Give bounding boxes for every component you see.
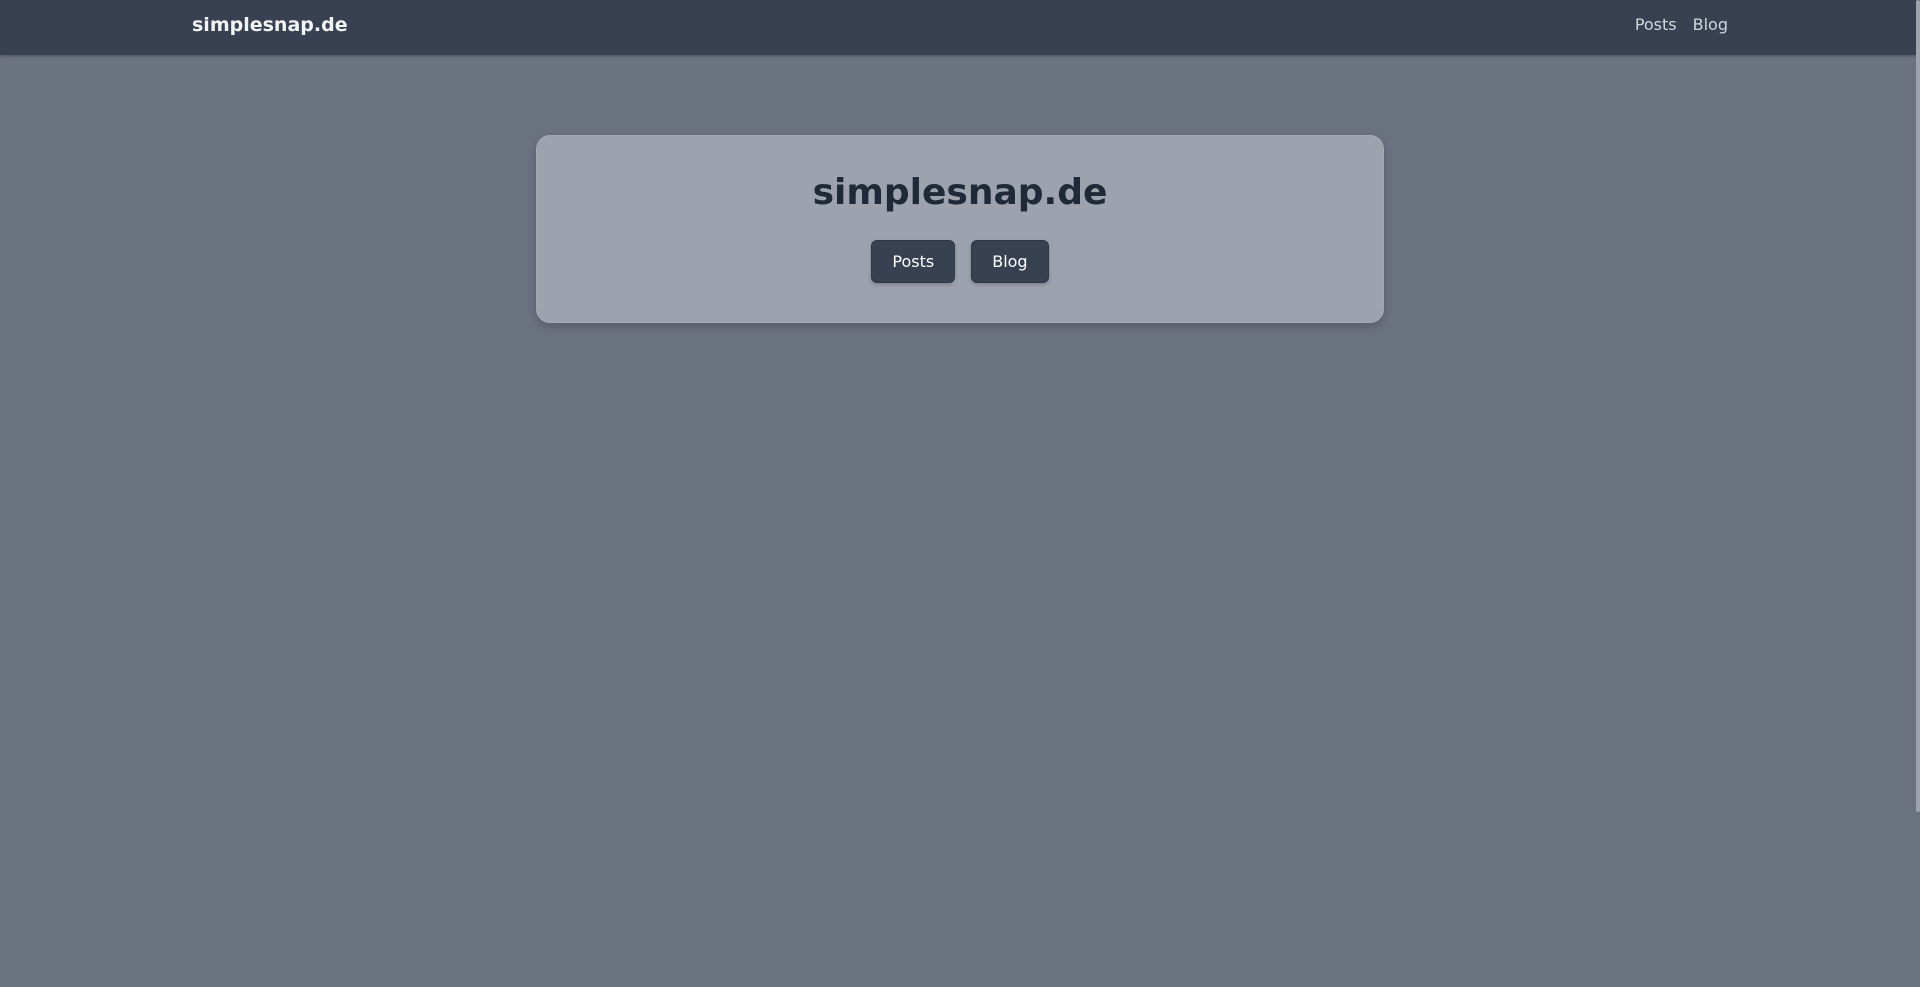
nav-link-blog[interactable]: Blog <box>1693 15 1728 35</box>
posts-button[interactable]: Posts <box>871 240 956 283</box>
nav-link-posts[interactable]: Posts <box>1635 15 1677 35</box>
nav-links: Posts Blog <box>1635 15 1728 35</box>
hero-buttons: Posts Blog <box>537 240 1383 283</box>
page-scrollbar[interactable] <box>1916 0 1920 812</box>
brand-link[interactable]: simplesnap.de <box>192 14 348 36</box>
hero-title: simplesnap.de <box>812 172 1108 213</box>
top-navbar: simplesnap.de Posts Blog <box>0 0 1920 55</box>
blog-button[interactable]: Blog <box>971 240 1049 283</box>
hero-card: simplesnap.de Posts Blog <box>536 135 1384 323</box>
